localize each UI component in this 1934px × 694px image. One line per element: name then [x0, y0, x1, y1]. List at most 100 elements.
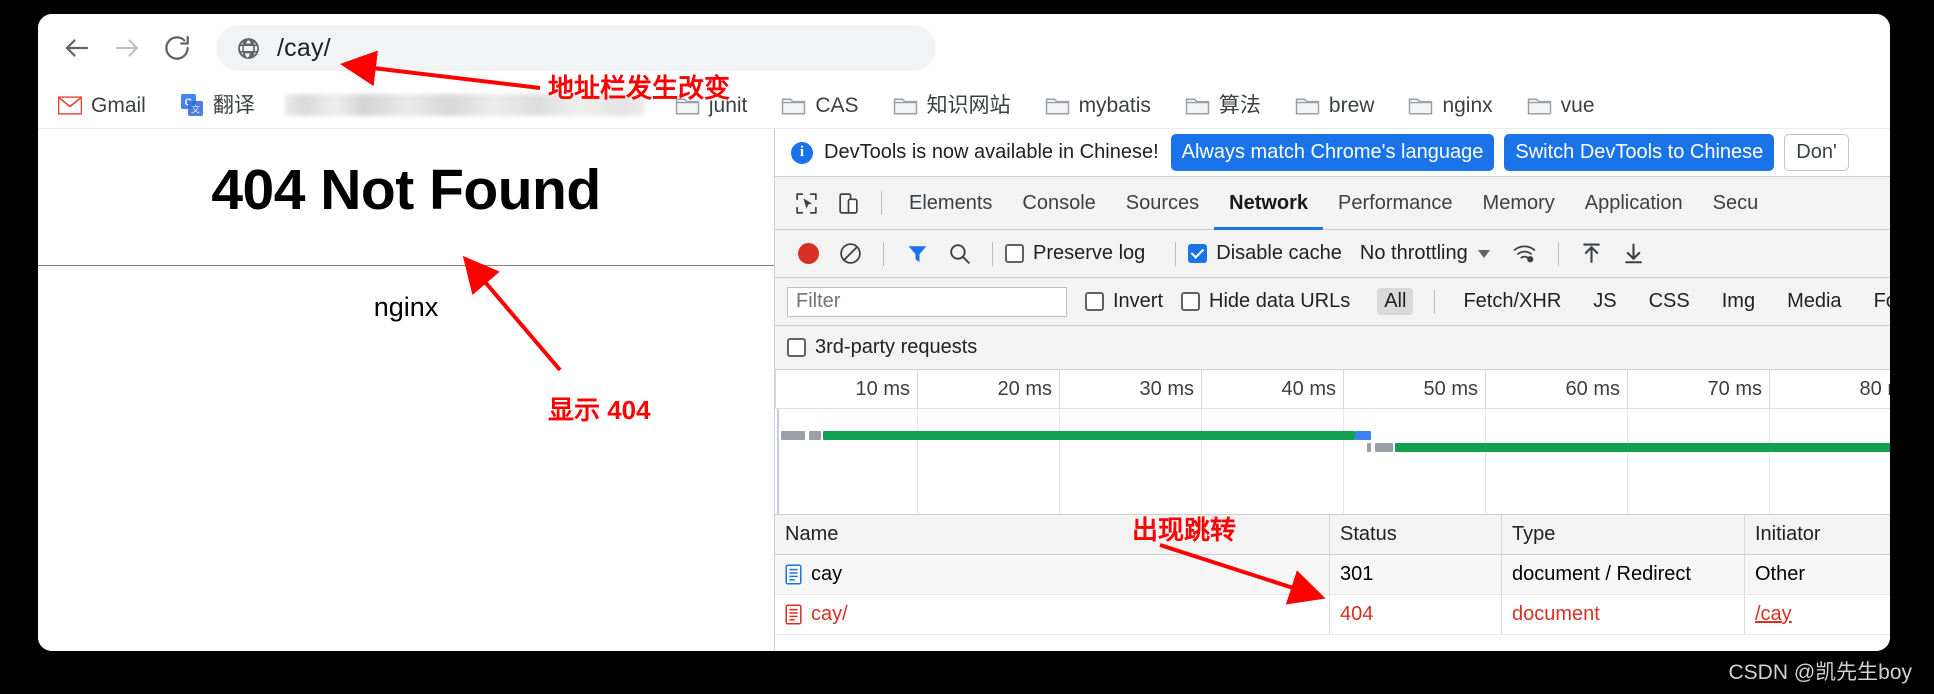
overview-ruler: 10 ms 20 ms 30 ms 40 ms 50 ms 60 ms 70 m…	[775, 370, 1890, 409]
overview-waterfall	[775, 409, 1890, 514]
cell-name[interactable]: cay	[775, 555, 1330, 594]
preserve-log-checkbox[interactable]	[1005, 244, 1024, 263]
bookmark-brew[interactable]: brew	[1291, 88, 1379, 122]
network-conditions-button[interactable]	[1508, 237, 1542, 271]
devtools-panel: i DevTools is now available in Chinese! …	[775, 129, 1890, 651]
waterfall-segment	[781, 431, 805, 440]
bookmark-label: brew	[1328, 93, 1375, 117]
address-bar[interactable]: /cay/	[216, 25, 936, 71]
third-party-requests-label: 3rd-party requests	[815, 336, 978, 358]
reload-icon	[165, 35, 189, 60]
tab-sources[interactable]: Sources	[1111, 177, 1214, 230]
bookmark-label: mybatis	[1078, 93, 1151, 117]
disable-cache-label: Disable cache	[1216, 242, 1342, 264]
column-header-type[interactable]: Type	[1502, 515, 1745, 554]
bookmark-vue[interactable]: vue	[1523, 88, 1599, 122]
filter-toggle-button[interactable]	[900, 237, 934, 271]
waterfall-segment	[809, 431, 821, 440]
devtools-language-banner: i DevTools is now available in Chinese! …	[775, 129, 1890, 177]
initiator-link[interactable]: /cay	[1755, 603, 1792, 626]
bookmark-translate[interactable]: G 文 翻译	[176, 88, 259, 122]
search-button[interactable]	[942, 237, 976, 271]
import-har-button[interactable]	[1575, 237, 1609, 271]
record-dot-icon	[797, 243, 819, 264]
hide-data-urls-checkbox[interactable]	[1181, 292, 1201, 311]
disable-cache-checkbox[interactable]	[1188, 244, 1208, 263]
export-har-button[interactable]	[1617, 237, 1651, 271]
filter-type-js[interactable]: JS	[1586, 288, 1623, 315]
bookmark-label: Gmail	[91, 93, 146, 117]
network-toolbar: Preserve log Disable cache No throttling	[775, 230, 1890, 278]
cell-type: document / Redirect	[1502, 555, 1745, 594]
clear-button[interactable]	[833, 237, 867, 271]
filter-type-media[interactable]: Media	[1780, 288, 1848, 315]
toggle-device-toolbar-icon[interactable]	[831, 186, 865, 220]
back-button[interactable]	[52, 23, 102, 73]
filter-type-img[interactable]: Img	[1715, 288, 1762, 315]
tab-network[interactable]: Network	[1214, 177, 1323, 230]
page-server-signature: nginx	[373, 292, 439, 322]
address-bar-url: /cay/	[277, 33, 331, 62]
bookmark-knowledge-sites[interactable]: 知识网站	[889, 88, 1015, 122]
dismiss-banner-button[interactable]: Don'	[1784, 134, 1849, 171]
reload-button[interactable]	[152, 23, 202, 73]
toolbar-divider	[992, 241, 993, 266]
column-header-name[interactable]: Name	[775, 515, 1330, 554]
wifi-settings-icon	[1513, 245, 1536, 263]
always-match-language-button[interactable]: Always match Chrome's language	[1170, 134, 1495, 171]
filter-type-css[interactable]: CSS	[1642, 288, 1697, 315]
switch-devtools-to-chinese-button[interactable]: Switch DevTools to Chinese	[1504, 134, 1775, 171]
cell-initiator[interactable]: /cay	[1745, 595, 1890, 634]
tab-console[interactable]: Console	[1007, 177, 1110, 230]
waterfall-segment	[823, 431, 1355, 440]
tab-memory[interactable]: Memory	[1468, 177, 1570, 230]
chevron-down-icon[interactable]	[1477, 249, 1490, 258]
tab-application[interactable]: Application	[1570, 177, 1698, 230]
invert-label: Invert	[1113, 290, 1164, 312]
filter-input[interactable]	[787, 286, 1067, 317]
record-button[interactable]	[791, 237, 825, 271]
forward-arrow-icon	[115, 39, 139, 57]
filter-type-font[interactable]: Font	[1867, 288, 1890, 315]
toolbar-divider	[1175, 241, 1177, 266]
network-requests-table: Name Status Type Initiator cay 301 docum…	[775, 515, 1890, 651]
bookmark-label: 知识网站	[926, 93, 1011, 117]
browser-content: 404 Not Found nginx i DevTools is now av…	[38, 129, 1890, 651]
bookmarks-bar: Gmail G 文 翻译	[38, 82, 1890, 129]
bookmark-cas[interactable]: CAS	[777, 88, 862, 122]
filter-type-fetch-xhr[interactable]: Fetch/XHR	[1456, 288, 1568, 315]
tab-elements[interactable]: Elements	[894, 177, 1007, 230]
hide-data-urls-label: Hide data URLs	[1209, 290, 1351, 312]
bookmark-gmail[interactable]: Gmail	[54, 88, 150, 122]
request-name: cay/	[811, 603, 848, 625]
toolbar-divider	[883, 241, 884, 266]
bookmark-algorithms[interactable]: 算法	[1181, 88, 1265, 122]
column-header-initiator[interactable]: Initiator	[1745, 515, 1890, 554]
table-header-row: Name Status Type Initiator	[775, 515, 1890, 555]
document-icon	[785, 564, 802, 585]
bookmark-nginx[interactable]: nginx	[1404, 88, 1496, 122]
cell-status: 404	[1330, 595, 1502, 634]
network-overview[interactable]: 10 ms 20 ms 30 ms 40 ms 50 ms 60 ms 70 m…	[775, 370, 1890, 515]
table-row[interactable]: cay/ 404 document /cay	[775, 595, 1890, 635]
folder-icon	[1045, 95, 1070, 116]
third-party-requests-checkbox[interactable]	[787, 338, 806, 357]
waterfall-segment	[1367, 443, 1371, 452]
cell-initiator: Other	[1755, 563, 1806, 585]
tab-security[interactable]: Secu	[1698, 177, 1774, 230]
upload-arrow-icon	[1583, 243, 1601, 263]
tab-performance[interactable]: Performance	[1323, 177, 1468, 230]
throttling-select[interactable]: No throttling	[1360, 242, 1468, 265]
annotation-shows-404: 显示 404	[548, 395, 651, 425]
table-row[interactable]: cay 301 document / Redirect Other	[775, 555, 1890, 595]
google-translate-icon: G 文	[180, 93, 204, 117]
bookmark-mybatis[interactable]: mybatis	[1041, 88, 1155, 122]
column-header-status[interactable]: Status	[1330, 515, 1502, 554]
back-arrow-icon	[65, 39, 89, 57]
cell-name[interactable]: cay/	[775, 595, 1330, 634]
invert-checkbox[interactable]	[1085, 292, 1104, 311]
forward-button[interactable]	[102, 23, 152, 73]
filter-type-all[interactable]: All	[1377, 288, 1414, 315]
folder-icon	[781, 95, 806, 116]
inspect-element-icon[interactable]	[789, 186, 823, 220]
